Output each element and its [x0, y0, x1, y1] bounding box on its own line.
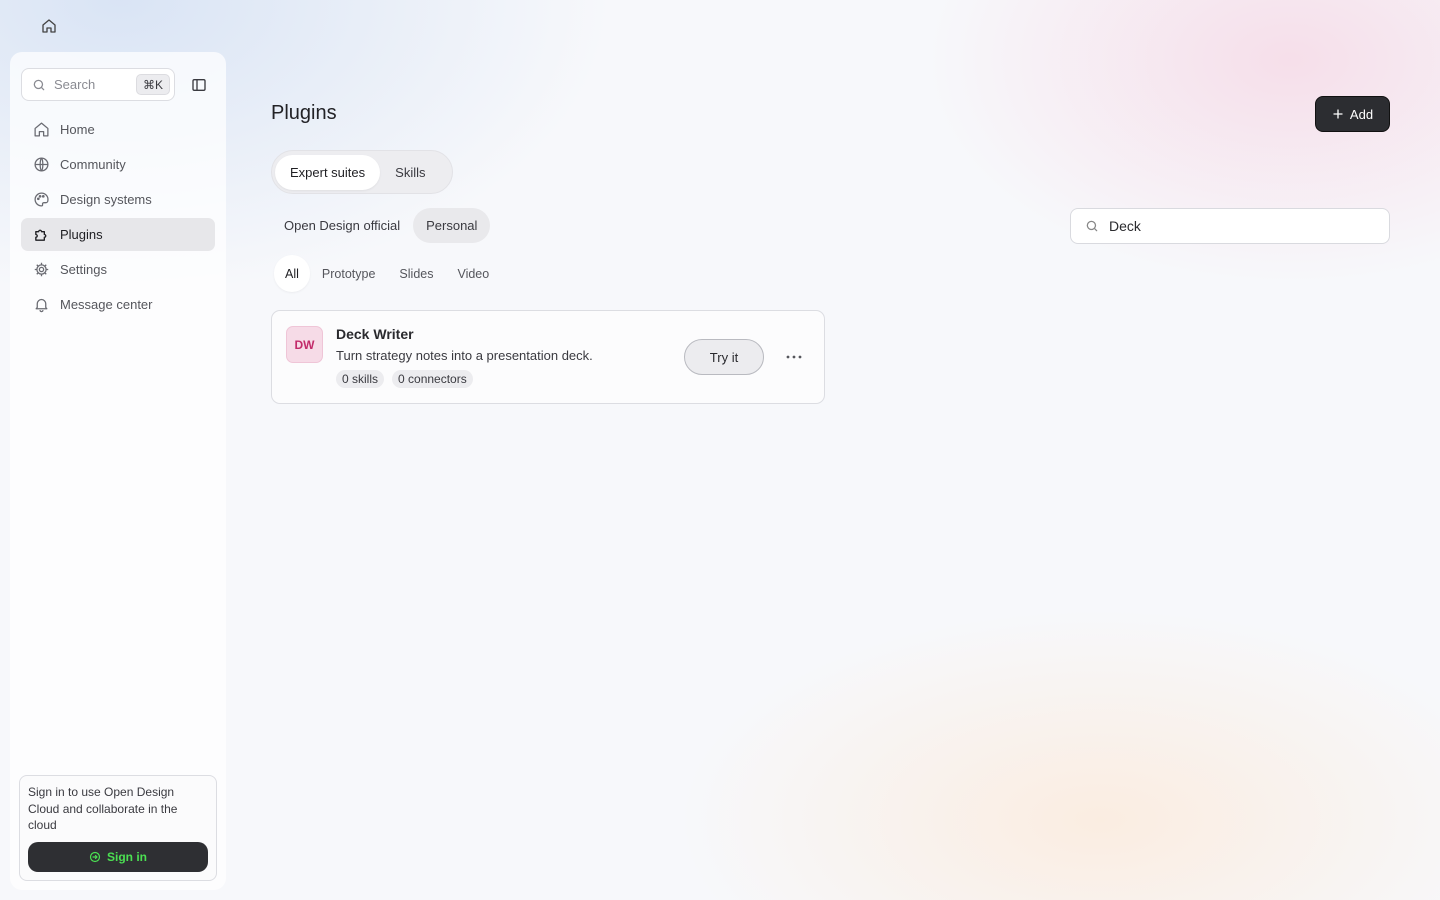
tab-prototype[interactable]: Prototype: [310, 255, 388, 292]
plugin-card: DW Deck Writer Turn strategy notes into …: [271, 310, 825, 404]
plugin-search-input[interactable]: Deck: [1070, 208, 1390, 244]
search-label: Search: [54, 77, 96, 92]
signin-message: Sign in to use Open Design Cloud and col…: [28, 785, 178, 832]
home-icon[interactable]: [36, 13, 62, 39]
login-icon: [89, 851, 101, 863]
sidebar-nav: Home Community Design systems Plugins Se…: [21, 113, 215, 323]
search-icon: [1085, 219, 1099, 233]
sidebar-item-label: Plugins: [60, 227, 103, 242]
palette-icon: [32, 191, 50, 209]
signin-button-label: Sign in: [107, 850, 147, 864]
plugin-search-value: Deck: [1109, 218, 1141, 234]
sidebar-item-label: Settings: [60, 262, 107, 277]
sidebar-item-label: Design systems: [60, 192, 152, 207]
plugin-chips: 0 skills 0 connectors: [336, 370, 481, 388]
search-icon: [32, 78, 46, 92]
sidebar-item-design-systems[interactable]: Design systems: [21, 183, 215, 216]
plugin-name: Deck Writer: [336, 326, 414, 342]
plus-icon: [1332, 108, 1344, 120]
bell-icon: [32, 296, 50, 314]
globe-icon: [32, 156, 50, 174]
home-icon: [32, 121, 50, 139]
signin-card: Sign in to use Open Design Cloud and col…: [19, 775, 217, 881]
sidebar-search[interactable]: Search ⌘K: [21, 68, 175, 101]
add-button-label: Add: [1349, 106, 1374, 122]
sidebar-item-label: Home: [60, 122, 95, 137]
sidebar-item-plugins[interactable]: Plugins: [21, 218, 215, 251]
plugin-description: Turn strategy notes into a presentation …: [336, 348, 593, 363]
sidebar-toggle-icon[interactable]: [188, 74, 210, 96]
puzzle-icon: [32, 226, 50, 244]
connectors-count-badge: 0 connectors: [392, 370, 473, 388]
signin-button[interactable]: Sign in: [28, 842, 208, 872]
add-button[interactable]: Add: [1315, 96, 1390, 132]
category-tabs: All Prototype Slides Video: [274, 255, 501, 292]
tab-all[interactable]: All: [274, 255, 310, 292]
search-shortcut-badge: ⌘K: [135, 74, 170, 95]
gear-icon: [32, 261, 50, 279]
sidebar-item-community[interactable]: Community: [21, 148, 215, 181]
tab-expert-suites[interactable]: Expert suites: [275, 154, 381, 190]
more-options-icon[interactable]: [783, 347, 805, 367]
source-tabs: Open Design official Personal: [271, 208, 491, 243]
sidebar-item-home[interactable]: Home: [21, 113, 215, 146]
segment-tabs: Expert suites Skills: [271, 150, 453, 194]
sidebar: Search ⌘K Home Community Design systems: [10, 52, 226, 890]
sidebar-item-message-center[interactable]: Message center: [21, 288, 215, 321]
tab-video[interactable]: Video: [445, 255, 501, 292]
sidebar-item-settings[interactable]: Settings: [21, 253, 215, 286]
tab-personal[interactable]: Personal: [413, 208, 491, 243]
try-it-button[interactable]: Try it: [684, 339, 764, 375]
plugin-avatar: DW: [286, 326, 323, 363]
tab-open-design-official[interactable]: Open Design official: [271, 208, 413, 243]
page-title: Plugins: [271, 102, 337, 124]
tab-skills[interactable]: Skills: [380, 155, 440, 190]
skills-count-badge: 0 skills: [336, 370, 385, 388]
tab-slides[interactable]: Slides: [387, 255, 445, 292]
sidebar-item-label: Message center: [60, 297, 153, 312]
sidebar-item-label: Community: [60, 157, 126, 172]
